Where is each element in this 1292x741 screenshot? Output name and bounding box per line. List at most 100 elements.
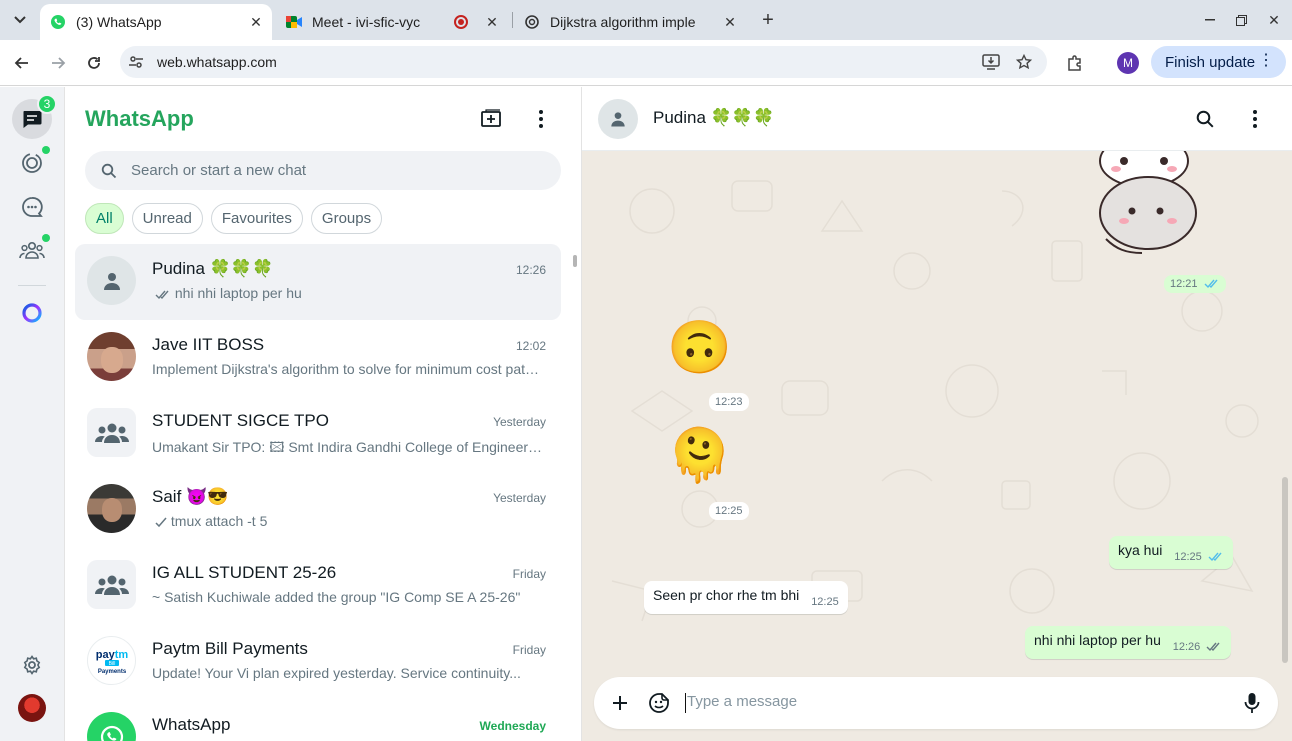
bookmark-star-icon[interactable] — [1014, 52, 1034, 72]
sticker-emoji-icon[interactable] — [647, 691, 671, 715]
message-input[interactable]: Type a message — [685, 693, 797, 713]
message-time: 12:25 — [1174, 551, 1224, 563]
chat-preview: Umakant Sir TPO: 🖾 Smt Indira Gandhi Col… — [152, 439, 544, 455]
filter-chip-groups[interactable]: Groups — [310, 203, 383, 234]
tab-meet[interactable]: Meet - ivi-sfic-vyc ✕ — [276, 4, 508, 40]
tab-title: (3) WhatsApp — [76, 14, 162, 30]
chats-icon — [23, 111, 42, 128]
communities-new-dot — [42, 234, 50, 242]
group-icon — [94, 423, 129, 443]
profile-avatar[interactable]: M — [1117, 52, 1139, 74]
communities-icon — [19, 241, 45, 259]
message-text: nhi nhi laptop per hu — [1034, 632, 1161, 648]
chat-list-item[interactable]: Pudina 🍀🍀🍀 12:26 nhi nhi laptop per hu — [75, 244, 561, 320]
address-bar[interactable]: web.whatsapp.com — [120, 46, 1047, 78]
double-tick-icon — [155, 290, 169, 300]
new-tab-button[interactable]: + — [756, 8, 780, 32]
back-arrow-icon[interactable] — [10, 51, 34, 75]
finish-update-label: Finish update — [1165, 53, 1256, 71]
chat-preview: Update! Your Vi plan expired yesterday. … — [152, 665, 521, 681]
filter-chip-unread[interactable]: Unread — [131, 203, 203, 234]
settings-nav-button[interactable] — [12, 645, 52, 685]
search-input[interactable]: Search or start a new chat — [85, 151, 561, 190]
chat-preview: Implement Dijkstra's algorithm to solve … — [152, 361, 544, 377]
chat-list-item[interactable]: paytm Bill Payments Paytm Bill Payments Fr… — [75, 624, 561, 700]
menu-kebab-icon[interactable] — [529, 107, 553, 131]
whatsapp-avatar — [87, 712, 136, 741]
chat-time: 12:26 — [515, 263, 546, 277]
contact-avatar[interactable] — [598, 99, 638, 139]
extensions-puzzle-icon[interactable] — [1064, 52, 1086, 74]
chat-name: Paytm Bill Payments — [152, 639, 308, 658]
chat-list-item[interactable]: WhatsApp Wednesday — [75, 700, 561, 741]
outgoing-message[interactable]: nhi nhi laptop per hu 12:26 — [1025, 626, 1232, 659]
svg-text:Bill: Bill — [108, 661, 115, 667]
tab-whatsapp[interactable]: (3) WhatsApp ✕ — [40, 4, 272, 40]
double-tick-read-icon — [1208, 552, 1222, 562]
chat-name: STUDENT SIGCE TPO — [152, 411, 329, 430]
melting-face-emoji[interactable]: 🫠 — [667, 427, 732, 485]
tab-search-icon[interactable] — [8, 8, 32, 32]
rail-divider — [18, 285, 46, 286]
upside-down-emoji[interactable]: 🙃 — [667, 319, 732, 377]
tab-dijkstra[interactable]: Dijkstra algorithm imple ✕ — [514, 4, 746, 40]
close-window-icon[interactable]: ✕ — [1262, 8, 1286, 32]
whatsapp-icon — [100, 725, 123, 741]
chat-list-item[interactable]: IG ALL STUDENT 25-26 Friday ~ Satish Kuc… — [75, 548, 561, 624]
tab-separator — [512, 12, 513, 28]
conversation-panel: Pudina 🍀🍀🍀 12:21 🙃 12:23 🫠 12:25 kya hui… — [582, 87, 1292, 741]
chat-list-scrollbar[interactable] — [573, 255, 577, 267]
close-tab-icon[interactable]: ✕ — [246, 12, 266, 32]
app-title: WhatsApp — [85, 106, 194, 131]
finish-update-button[interactable]: Finish update ⋮ — [1151, 46, 1286, 78]
chat-list-item[interactable]: STUDENT SIGCE TPO Yesterday Umakant Sir … — [75, 396, 561, 472]
forward-arrow-icon[interactable] — [46, 51, 70, 75]
chat-list-item[interactable]: Jave IIT BOSS 12:02 Implement Dijkstra's… — [75, 320, 561, 396]
reload-icon[interactable] — [82, 51, 106, 75]
group-avatar — [87, 408, 136, 457]
attach-plus-icon[interactable] — [608, 691, 632, 715]
browser-tabstrip: (3) WhatsApp ✕ Meet - ivi-sfic-vyc ✕ Dij… — [0, 0, 1292, 40]
meta-ai-button[interactable] — [12, 293, 52, 333]
default-avatar — [87, 256, 136, 305]
single-tick-icon — [155, 517, 167, 528]
install-app-icon[interactable] — [981, 52, 1001, 72]
chat-name: IG ALL STUDENT 25-26 — [152, 563, 337, 582]
unread-count-badge: 3 — [37, 94, 57, 114]
site-settings-icon[interactable] — [128, 54, 144, 70]
close-tab-icon[interactable]: ✕ — [720, 12, 740, 32]
microphone-icon[interactable] — [1240, 691, 1264, 715]
restore-icon[interactable] — [1229, 8, 1253, 32]
cat-sticker[interactable] — [1086, 134, 1204, 268]
chat-time: Friday — [512, 567, 546, 581]
kebab-menu-icon[interactable]: ⋮ — [1258, 53, 1274, 69]
tab-title: Dijkstra algorithm imple — [550, 14, 696, 30]
channels-icon — [22, 197, 43, 217]
recording-icon — [454, 15, 468, 29]
new-chat-icon[interactable] — [479, 107, 503, 131]
person-icon — [611, 112, 625, 127]
url-text: web.whatsapp.com — [157, 54, 277, 70]
conversation-header[interactable]: Pudina 🍀🍀🍀 — [582, 87, 1292, 151]
message-time: 12:25 — [811, 596, 839, 608]
svg-text:paytm: paytm — [95, 649, 128, 661]
profile-nav-button[interactable] — [12, 688, 52, 728]
menu-kebab-icon[interactable] — [1243, 107, 1267, 131]
close-tab-icon[interactable]: ✕ — [482, 12, 502, 32]
outgoing-message[interactable]: kya hui 12:25 — [1109, 536, 1233, 569]
tab-title: Meet - ivi-sfic-vyc — [312, 14, 421, 30]
search-placeholder: Search or start a new chat — [131, 162, 307, 179]
conversation-scrollbar[interactable] — [1282, 477, 1288, 663]
contact-photo — [87, 332, 136, 381]
minimize-icon[interactable] — [1198, 8, 1222, 32]
channels-nav-button[interactable] — [12, 187, 52, 227]
chat-preview: tmux attach -t 5 — [152, 513, 544, 529]
filter-chip-all[interactable]: All — [85, 203, 124, 234]
chat-list-item[interactable]: Saif 😈😎 Yesterday tmux attach -t 5 — [75, 472, 561, 548]
contact-name[interactable]: Pudina 🍀🍀🍀 — [653, 108, 774, 128]
chat-name: Saif 😈😎 — [152, 487, 229, 506]
incoming-message[interactable]: Seen pr chor rhe tm bhi 12:25 — [644, 581, 848, 614]
chat-time: Wednesday — [479, 719, 546, 733]
filter-chip-favourites[interactable]: Favourites — [210, 203, 303, 234]
search-icon[interactable] — [1193, 107, 1217, 131]
